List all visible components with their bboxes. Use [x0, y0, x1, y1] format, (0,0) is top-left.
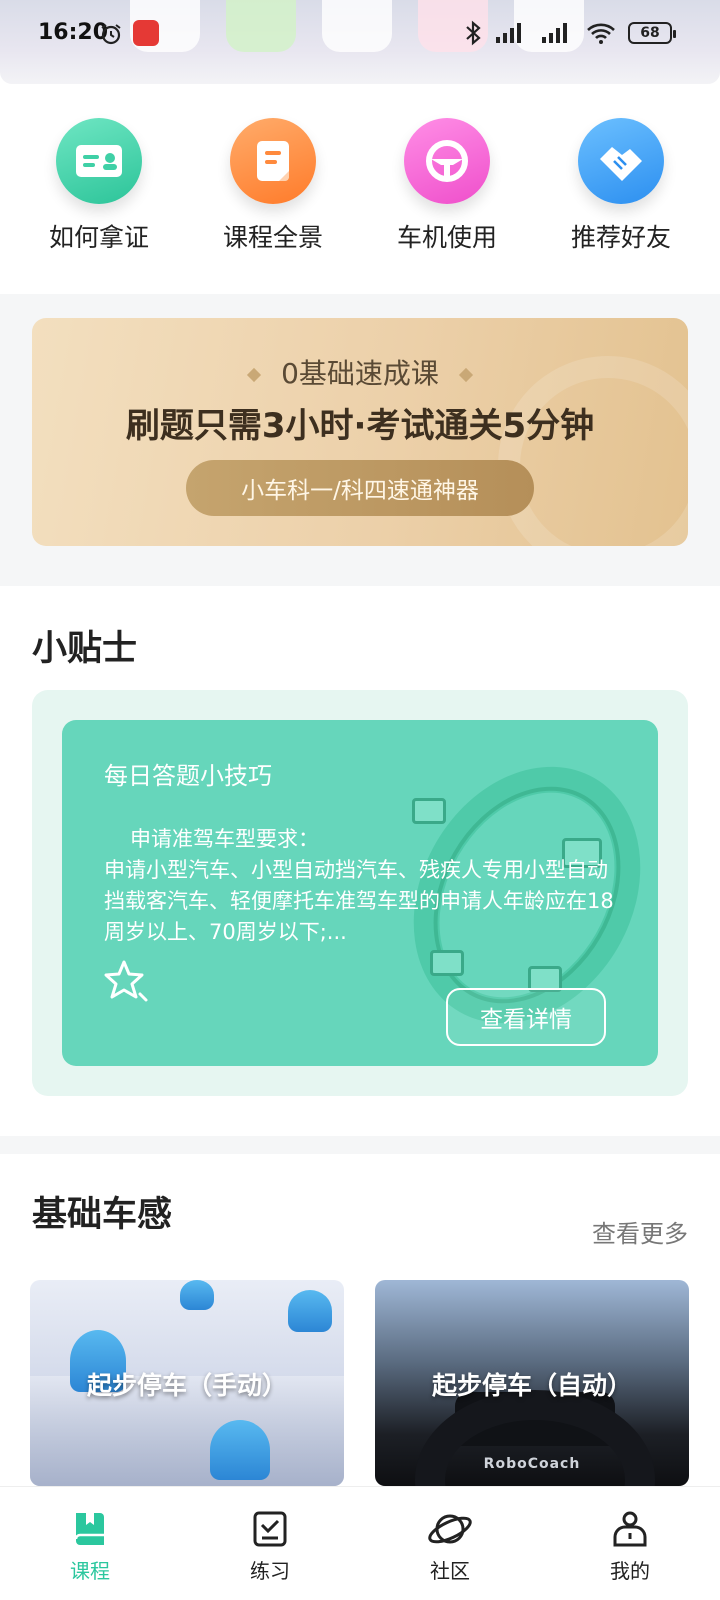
tab-courses[interactable]: 课程	[0, 1487, 180, 1600]
chat-bubble-icon	[412, 798, 446, 824]
tab-label: 我的	[610, 1559, 650, 1583]
clipboard-icon	[230, 118, 316, 204]
tab-profile[interactable]: 我的	[540, 1487, 720, 1600]
status-indicators: 68	[464, 20, 676, 46]
video-brand: RoboCoach	[483, 1456, 581, 1472]
tips-section-title: 小贴士	[32, 629, 138, 669]
promo-title: 刷题只需3小时·考试通关5分钟	[125, 406, 595, 446]
tips-card-title: 每日答题小技巧	[104, 762, 272, 790]
quick-label: 推荐好友	[570, 223, 671, 252]
promo-kicker: 0基础速成课	[32, 352, 688, 392]
promo-kicker-text: 0基础速成课	[281, 357, 439, 390]
status-bar: 16:20 68	[0, 0, 720, 84]
quick-label: 车机使用	[396, 223, 497, 252]
tab-label: 练习	[250, 1559, 290, 1583]
planet-icon	[428, 1514, 472, 1544]
video-title: 起步停车（自动）	[431, 1371, 632, 1400]
quick-item-car-system[interactable]: 车机使用	[367, 118, 527, 254]
quick-item-course-overview[interactable]: 课程全景	[193, 118, 353, 254]
steering-wheel-icon	[404, 118, 490, 204]
notification-app-icon	[133, 20, 159, 46]
status-time: 16:20	[38, 20, 109, 45]
chat-bubble-icon	[430, 950, 464, 976]
video-card-automatic[interactable]: 起步停车（自动） RoboCoach	[375, 1280, 689, 1486]
profile-icon	[613, 1511, 647, 1547]
promo-banner[interactable]: 0基础速成课 刷题只需3小时·考试通关5分钟 小车科一/科四速通神器	[32, 318, 688, 546]
quick-label: 课程全景	[222, 223, 323, 252]
car-sense-section-title: 基础车感	[32, 1195, 173, 1235]
view-details-button[interactable]: 查看详情	[446, 988, 606, 1046]
view-more-link[interactable]: 查看更多	[592, 1214, 688, 1249]
star-icon[interactable]	[102, 958, 150, 1004]
tab-label: 社区	[430, 1559, 470, 1583]
wifi-icon	[587, 23, 615, 44]
signal-icon	[496, 23, 521, 43]
bottom-navigation: 课程 练习 社区 我的	[0, 1486, 720, 1600]
cone-illustration	[180, 1280, 214, 1310]
battery-indicator: 68	[628, 22, 676, 44]
video-title: 起步停车（手动）	[86, 1371, 287, 1400]
bluetooth-icon	[466, 20, 481, 46]
tab-label: 课程	[70, 1559, 110, 1583]
tips-body-subtitle: 申请准驾车型要求：	[130, 827, 319, 851]
tab-practice[interactable]: 练习	[180, 1487, 360, 1600]
tips-card-body: 申请准驾车型要求： 申请小型汽车、小型自动挡汽车、残疾人专用小型自动挡载客汽车、…	[104, 824, 614, 948]
alarm-icon	[101, 24, 121, 45]
quick-label: 如何拿证	[48, 223, 149, 252]
handshake-icon	[578, 118, 664, 204]
checklist-icon	[253, 1511, 287, 1547]
tips-container: 每日答题小技巧 申请准驾车型要求： 申请小型汽车、小型自动挡汽车、残疾人专用小型…	[32, 690, 688, 1096]
quick-item-how-to-get-license[interactable]: 如何拿证	[19, 118, 179, 254]
section-divider	[0, 1136, 720, 1154]
tips-body-text: 申请小型汽车、小型自动挡汽车、残疾人专用小型自动挡载客汽车、轻便摩托车准驾车型的…	[104, 858, 614, 944]
video-card-manual[interactable]: 起步停车（手动）	[30, 1280, 344, 1486]
tips-card[interactable]: 每日答题小技巧 申请准驾车型要求： 申请小型汽车、小型自动挡汽车、残疾人专用小型…	[62, 720, 658, 1066]
book-icon	[74, 1513, 104, 1545]
signal-icon-2	[542, 23, 567, 43]
license-card-icon	[56, 118, 142, 204]
diamond-icon	[247, 367, 262, 383]
tab-community[interactable]: 社区	[360, 1487, 540, 1600]
diamond-icon	[458, 367, 473, 383]
quick-item-recommend-friends[interactable]: 推荐好友	[541, 118, 701, 254]
cone-illustration	[210, 1420, 270, 1480]
promo-button[interactable]: 小车科一/科四速通神器	[186, 460, 534, 516]
quick-menu: 如何拿证 课程全景 车机使用 推荐好友	[0, 118, 720, 254]
cone-illustration	[288, 1290, 332, 1332]
